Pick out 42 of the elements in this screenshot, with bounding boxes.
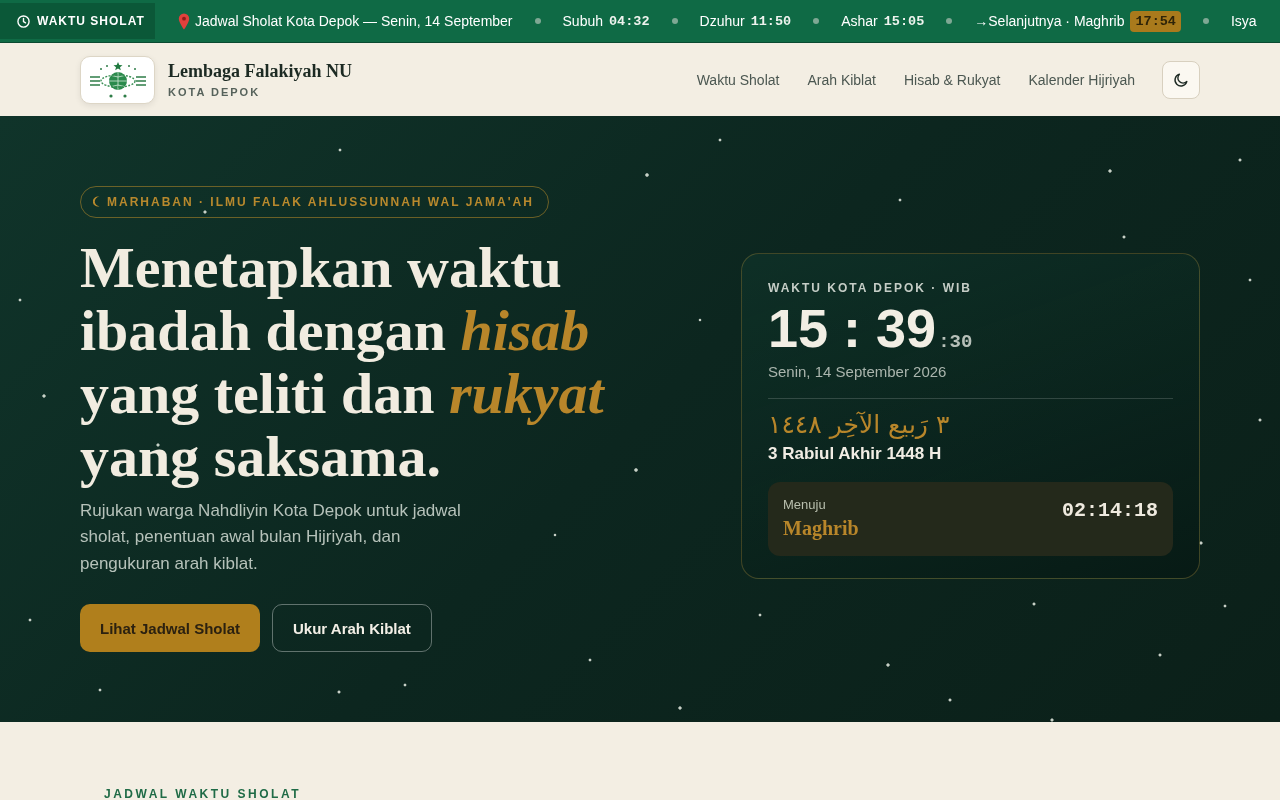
countdown-label: Menuju: [783, 496, 827, 512]
countdown-timer: 02:14:18: [1062, 498, 1158, 522]
next-prayer-time: 17:54: [1130, 10, 1181, 32]
section-eyebrow: JADWAL WAKTU SHOLAT: [104, 787, 302, 800]
nav-link[interactable]: Waktu Sholat: [696, 71, 780, 88]
nav-link[interactable]: Arah Kiblat: [807, 71, 876, 88]
hijri-date-arabic: ٣ رَبيع الآخِر ١٤٤٨: [768, 410, 950, 440]
prayer-time: 15:05: [883, 13, 925, 29]
hijri-date: 3 Rabiul Akhir 1448 H: [768, 443, 943, 464]
map-pin-icon: [178, 12, 190, 30]
ticker-title: WAKTU SHOLAT: [37, 14, 145, 28]
primary-button[interactable]: Lihat Jadwal Sholat: [80, 604, 261, 653]
secondary-button[interactable]: Ukur Arah Kiblat: [272, 604, 432, 653]
separator-dot-icon: [946, 18, 953, 24]
prayer-time: 11:50: [750, 13, 792, 29]
prayer-name: Subuh: [562, 13, 603, 29]
clock-caption: WAKTU KOTA DEPOK · WIB: [768, 281, 973, 296]
separator-dot-icon: [1203, 18, 1209, 24]
gregorian-date: Senin, 14 September 2026: [768, 363, 948, 381]
prayer-name: Isya: [1231, 13, 1257, 29]
brand-subtitle: KOTA DEPOK: [168, 86, 262, 98]
countdown-prayer: Maghrib: [783, 516, 859, 540]
hero-description: Rujukan warga Nahdliyin Kota Depok untuk jadwal sholat, penentuan awal bulan Hijriyah, dan pengukuran arah kiblat.: [80, 499, 462, 575]
separator-dot-icon: [534, 18, 541, 24]
prayer-time: 04:32: [609, 13, 650, 29]
globe-emblem-icon: [80, 55, 155, 104]
moon-icon: [1173, 71, 1189, 88]
nav-link[interactable]: Hisab & Rukyat: [903, 71, 1001, 88]
theme-toggle-button[interactable]: [1162, 60, 1200, 99]
separator-dot-icon: [813, 18, 820, 24]
prayer-name: Dzuhur: [699, 13, 745, 29]
clock-seconds: :30: [938, 331, 973, 354]
tagline-text: MARHABAN · ILMU FALAK AHLUSSUNNAH WAL JAMA'AH: [107, 194, 534, 209]
ticker-headline: Jadwal Sholat Kota Depok — Senin, 14 September: [195, 13, 513, 29]
nav-link[interactable]: Kalender Hijriyah: [1028, 71, 1135, 88]
clock-icon: [17, 14, 30, 28]
prayer-name: →Selanjutnya · Maghrib: [974, 13, 1125, 29]
hero-heading: Menetapkan waktu ibadah dengan hisab yang teliti dan rukyat yang saksama.: [80, 235, 606, 488]
clock-time: 15 : 39: [768, 301, 937, 356]
separator-dot-icon: [671, 18, 678, 24]
brand-name: Lembaga Falakiyah NU: [168, 61, 353, 82]
prayer-name: Ashar: [841, 13, 878, 29]
